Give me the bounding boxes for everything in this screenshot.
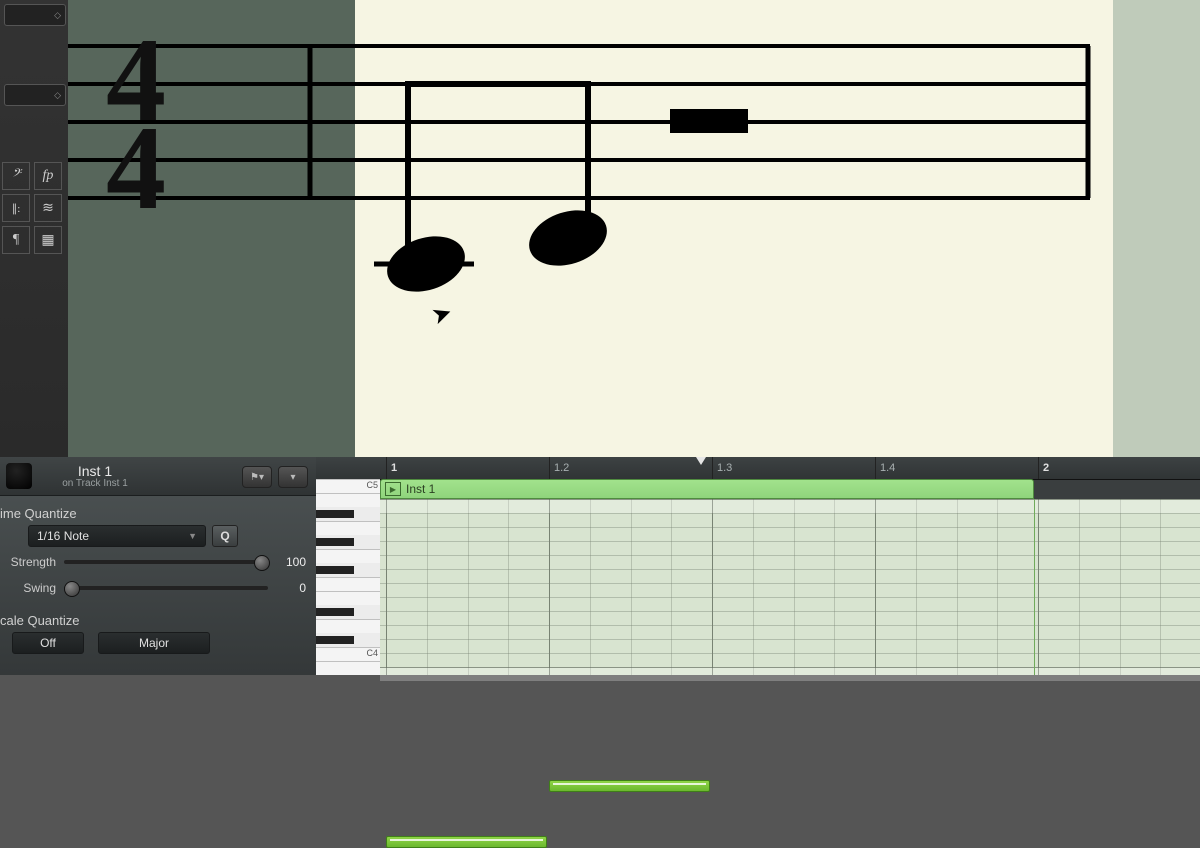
ruler-tick: 2 — [1038, 457, 1049, 479]
midi-note[interactable] — [549, 780, 710, 792]
ornaments-icon[interactable]: ≋ — [34, 194, 62, 222]
rest-icon — [670, 109, 748, 133]
scale-quantize-label: cale Quantize — [0, 613, 306, 628]
swing-value: 0 — [276, 581, 306, 595]
playhead-icon[interactable] — [693, 457, 709, 467]
track-subtitle: on Track Inst 1 — [40, 478, 150, 490]
palette-stepper-2[interactable]: ◇ — [4, 84, 66, 106]
piano-keyboard[interactable]: C5 C4 — [316, 479, 380, 675]
dynamic-fp-icon[interactable]: fp — [34, 162, 62, 190]
midi-note[interactable] — [386, 836, 547, 848]
track-instrument-icon[interactable] — [6, 463, 32, 489]
strength-label: Strength — [0, 555, 56, 569]
note-e3[interactable] — [522, 201, 614, 275]
notation-palette: ◇ ◇ 𝄢 fp ∥: ≋ ¶ ▦ — [0, 0, 68, 457]
keyboard-c-label: C5 — [366, 480, 378, 490]
region-extent — [380, 499, 1035, 675]
ruler-tick: 1.2 — [549, 457, 569, 479]
view-menu-button[interactable]: ▾ — [278, 466, 308, 488]
track-name[interactable]: Inst 1 — [40, 464, 150, 478]
swing-slider[interactable] — [64, 586, 268, 590]
ruler-tick: 1.4 — [875, 457, 895, 479]
paragraph-icon[interactable]: ¶ — [2, 226, 30, 254]
strength-slider[interactable] — [64, 560, 268, 564]
region-name: Inst 1 — [406, 482, 435, 496]
scale-mode-select[interactable]: Major — [98, 632, 210, 654]
midi-region-header[interactable]: ▶ Inst 1 — [380, 479, 1034, 499]
ruler-tick: 1 — [386, 457, 397, 479]
time-sig-bot: 4 — [106, 101, 166, 234]
piano-roll-pane: Inst 1 on Track Inst 1 ⚑▾ ▾ ime Quantize… — [0, 457, 1200, 675]
barline-variants-icon[interactable]: ∥: — [2, 194, 30, 222]
scale-root-select[interactable]: Off — [12, 632, 84, 654]
quantize-grid-select[interactable]: 1/16 Note▼ — [28, 525, 206, 547]
strength-value: 100 — [276, 555, 306, 569]
swing-label: Swing — [0, 581, 56, 595]
bass-clef-icon[interactable]: 𝄢 — [2, 162, 30, 190]
keyboard-c-label: C4 — [366, 648, 378, 658]
view-flag-button[interactable]: ⚑▾ — [242, 466, 272, 488]
ruler-tick: 1.3 — [712, 457, 732, 479]
palette-stepper-1[interactable]: ◇ — [4, 4, 66, 26]
time-quantize-label: ime Quantize — [0, 506, 306, 521]
region-play-icon[interactable]: ▶ — [385, 482, 401, 496]
piano-roll-inspector: Inst 1 on Track Inst 1 ⚑▾ ▾ ime Quantize… — [0, 457, 316, 675]
score-editor-pane: ◇ ◇ 𝄢 fp ∥: ≋ ¶ ▦ 4 4 — [0, 0, 1200, 457]
quantize-apply-button[interactable]: Q — [212, 525, 238, 547]
grid-icon[interactable]: ▦ — [34, 226, 62, 254]
score-staff: 4 4 — [68, 0, 1200, 457]
timeline-ruler[interactable]: 1 1.2 1.3 1.4 2 — [316, 457, 1200, 480]
